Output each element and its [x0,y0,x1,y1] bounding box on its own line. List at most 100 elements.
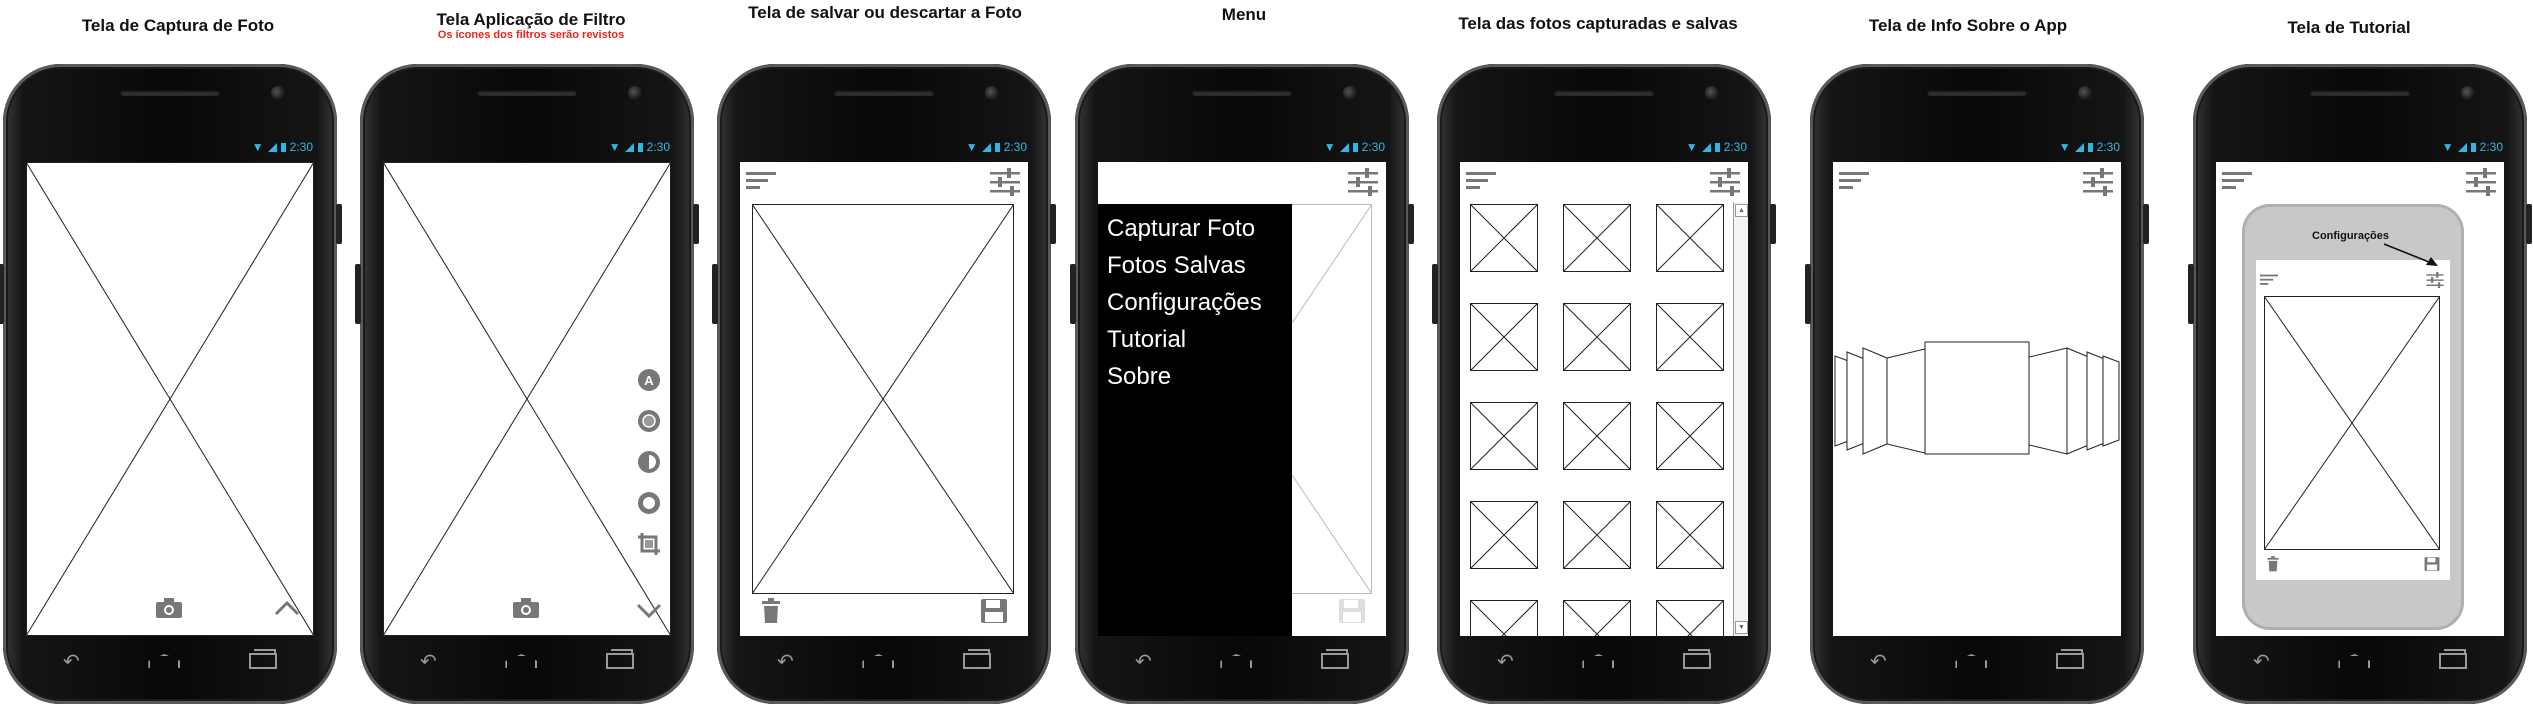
chevron-down-icon[interactable] [636,602,662,618]
contrast-icon[interactable] [636,449,662,475]
home-icon[interactable] [1220,654,1253,668]
photo-preview-placeholder [383,162,671,636]
photo-thumbnail[interactable] [1470,501,1538,569]
photo-thumbnail[interactable] [1470,303,1538,371]
home-icon[interactable] [148,654,181,668]
floppy-save-icon[interactable] [980,598,1008,624]
photo-thumbnail[interactable] [1563,204,1631,272]
back-icon[interactable]: ↶ [63,649,80,674]
photo-thumbnail[interactable] [1656,501,1724,569]
recent-apps-icon[interactable] [1682,649,1711,669]
photo-thumbnail[interactable] [1656,204,1724,272]
status-time: 2:30 [289,140,313,154]
mini-screen [2256,260,2450,580]
volume-button [2188,264,2194,324]
wifi-icon: ▼ [965,140,978,154]
camera-icon[interactable] [512,597,540,619]
menu-item-configuracoes[interactable]: Configurações [1098,284,1292,321]
battery-icon [637,142,643,152]
sliders-settings-icon[interactable] [1348,168,1378,196]
nav-bar: ↶ [420,649,634,674]
photo-thumbnail[interactable] [1563,402,1631,470]
photo-thumbnail[interactable] [1470,600,1538,636]
phone-menu: ▼ 2:30 Capturar Foto Fotos Salvas Config… [1070,64,1414,704]
sliders-settings-icon[interactable] [1710,168,1740,196]
photo-preview-placeholder [2264,296,2440,550]
volume-button [355,264,361,324]
side-button [1050,204,1056,244]
callout-arrow [2383,243,2438,266]
home-icon[interactable] [862,654,895,668]
sliders-settings-icon[interactable] [2083,168,2113,196]
phone-gallery: ▼ 2:30 ▲ ▼ ↶ [1432,64,1776,704]
scroll-down-button[interactable]: ▼ [1735,621,1748,634]
hamburger-menu-icon[interactable] [2222,172,2252,190]
menu-item-capturar-foto[interactable]: Capturar Foto [1098,210,1292,247]
recent-apps-icon[interactable] [2438,649,2467,669]
home-icon[interactable] [505,654,538,668]
recent-apps-icon[interactable] [1320,649,1349,669]
home-icon[interactable] [1582,654,1615,668]
side-button [336,204,342,244]
recent-apps-icon[interactable] [605,649,634,669]
recent-apps-icon[interactable] [962,649,991,669]
chevron-up-icon[interactable] [274,600,300,616]
photo-thumbnail[interactable] [1470,204,1538,272]
scroll-up-button[interactable]: ▲ [1735,204,1748,217]
back-icon[interactable]: ↶ [1870,649,1887,674]
auto-filter-icon[interactable]: A [636,367,662,393]
recent-apps-icon[interactable] [248,649,277,669]
hamburger-menu-icon[interactable] [1839,172,1869,190]
photo-thumbnail[interactable] [1563,501,1631,569]
home-icon[interactable] [1955,654,1988,668]
capture-screen[interactable] [26,162,314,636]
front-camera [2461,86,2475,100]
status-bar: ▼ 2:30 [1830,140,2124,154]
front-camera [271,86,285,100]
sliders-settings-icon[interactable] [2466,168,2496,196]
tutorial-mini-phone: Configurações [2242,204,2464,630]
volume-button [1805,264,1811,324]
floppy-save-icon[interactable] [1338,598,1366,624]
camera-icon[interactable] [155,597,183,619]
cover-flow-carousel[interactable] [1833,340,2121,470]
floppy-save-icon [2424,557,2440,571]
front-camera [1343,86,1357,100]
exposure-icon[interactable] [636,490,662,516]
side-button [1770,204,1776,244]
scrollbar[interactable]: ▲ ▼ [1733,202,1748,636]
hamburger-menu-icon[interactable] [746,172,776,190]
trash-icon[interactable] [760,598,782,624]
home-icon[interactable] [2338,654,2371,668]
speaker [1927,90,2027,96]
photo-thumbnail[interactable] [1656,303,1724,371]
hamburger-menu-icon[interactable] [1466,172,1496,190]
photo-thumbnail[interactable] [1470,402,1538,470]
photo-thumbnail[interactable] [1656,402,1724,470]
wifi-icon: ▼ [1685,140,1698,154]
signal-icon [267,142,277,152]
menu-item-tutorial[interactable]: Tutorial [1098,321,1292,358]
menu-item-sobre[interactable]: Sobre [1098,358,1292,395]
status-bar: ▼ 2:30 [1095,140,1389,154]
back-icon[interactable]: ↶ [1497,649,1514,674]
back-icon[interactable]: ↶ [777,649,794,674]
back-icon[interactable]: ↶ [420,649,437,674]
recent-apps-icon[interactable] [2055,649,2084,669]
photo-preview-placeholder [752,204,1014,594]
sliders-settings-icon[interactable] [990,168,1020,196]
front-camera [2078,86,2092,100]
photo-thumbnail[interactable] [1656,600,1724,636]
battery-icon [280,142,286,152]
speaker [1554,90,1654,96]
speaker [120,90,220,96]
crop-icon[interactable] [636,531,662,557]
back-icon[interactable]: ↶ [1135,649,1152,674]
nav-bar: ↶ [1135,649,1349,674]
filter-screen[interactable]: A [383,162,671,636]
photo-thumbnail[interactable] [1563,600,1631,636]
brightness-icon[interactable] [636,408,662,434]
menu-item-fotos-salvas[interactable]: Fotos Salvas [1098,247,1292,284]
photo-thumbnail[interactable] [1563,303,1631,371]
back-icon[interactable]: ↶ [2253,649,2270,674]
